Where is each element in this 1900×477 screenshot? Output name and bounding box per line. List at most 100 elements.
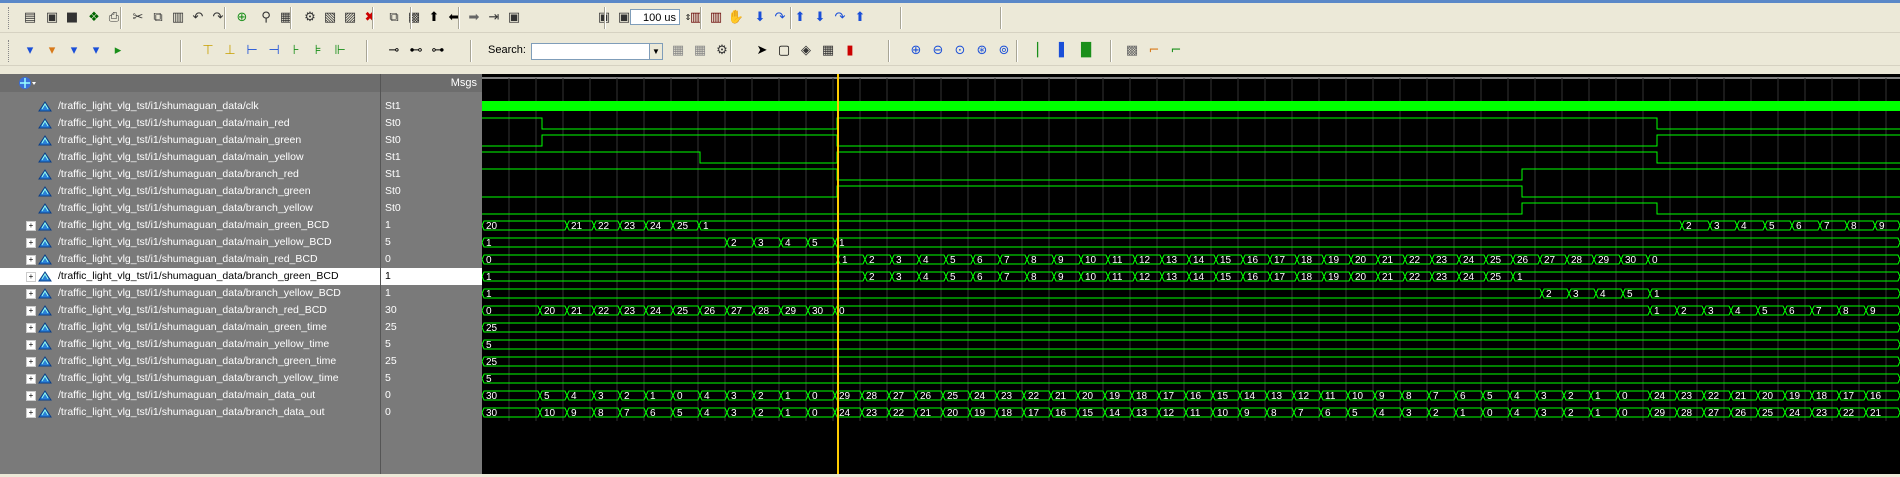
wave-del-icon[interactable]: ▾ (42, 40, 62, 60)
new-icon[interactable]: ▤ (20, 7, 40, 27)
expand-icon[interactable]: + (26, 238, 36, 248)
search-opts-icon[interactable]: ⚙ (712, 40, 732, 60)
edge-any-icon[interactable]: ⊢ (242, 40, 262, 60)
signal-row[interactable]: + /traffic_light_vlg_tst/i1/shumaguan_dat… (0, 336, 380, 353)
signal-row[interactable]: /traffic_light_vlg_tst/i1/shumaguan_data… (0, 183, 380, 200)
run-icon[interactable]: ▣ (504, 7, 524, 27)
expand-icon[interactable]: + (26, 272, 36, 282)
format-icon[interactable]: ▦ (276, 7, 296, 27)
wave-insert-icon[interactable]: ▸ (108, 40, 128, 60)
right-arrow-icon[interactable]: ➡ (464, 7, 484, 27)
signal-row[interactable]: + /traffic_light_vlg_tst/i1/shumaguan_dat… (0, 353, 380, 370)
edge-fall-icon[interactable]: ⊥ (220, 40, 240, 60)
wave-color-icon[interactable]: ▾ (64, 40, 84, 60)
break-icon[interactable]: ▨ (340, 7, 360, 27)
simulate-icon[interactable]: ▧ (320, 7, 340, 27)
waveform-pane[interactable]: 20 21 22 23 24 25 1 2 3 4 5 6 7 8 9 1 2 3 4 5 1 0 1 2 3 4 5 6 7 8 9 10 1… (481, 74, 1900, 474)
expand-icon[interactable]: + (26, 374, 36, 384)
run-length-spinner-icon[interactable]: ⇕ (682, 7, 694, 27)
ruler-1-icon[interactable]: ⌐ (1144, 40, 1164, 60)
toolbar-grip[interactable] (8, 7, 12, 29)
zoom-fit-icon[interactable]: ▦ (818, 40, 838, 60)
copy-icon[interactable]: ⧉ (148, 7, 168, 27)
wave-group-icon[interactable]: ▾ (86, 40, 106, 60)
layout2-icon[interactable]: ▥ (706, 7, 726, 27)
cursor-del-icon[interactable]: ⊷ (406, 40, 426, 60)
search-next-icon[interactable]: ▦ (690, 40, 710, 60)
save-icon[interactable]: ■ (62, 7, 82, 27)
compile-icon[interactable]: ⚙ (300, 7, 320, 27)
wave-format-1-icon[interactable]: ▏ (1032, 40, 1052, 60)
edge-first-icon[interactable]: ⊧ (308, 40, 328, 60)
wave-format-2-icon[interactable]: ▌ (1054, 40, 1074, 60)
signal-row[interactable]: + /traffic_light_vlg_tst/i1/shumaguan_dat… (0, 268, 380, 285)
zoom-in-icon[interactable]: ⊕ (906, 40, 926, 60)
zoom-cursor-icon[interactable]: ⊛ (972, 40, 992, 60)
zoom-full-icon[interactable]: ⊙ (950, 40, 970, 60)
signal-row[interactable]: /traffic_light_vlg_tst/i1/shumaguan_data… (0, 200, 380, 217)
wave-add-icon[interactable]: ▾ (20, 40, 40, 60)
cut-icon[interactable]: ✂ (128, 7, 148, 27)
search-dropdown-icon[interactable]: ▼ (649, 43, 663, 60)
step-over-icon[interactable]: ↷ (770, 7, 790, 27)
run-length-icon[interactable]: ⇥ (484, 7, 504, 27)
step-icon[interactable]: ▩ (404, 7, 424, 27)
signal-row[interactable]: /traffic_light_vlg_tst/i1/shumaguan_data… (0, 149, 380, 166)
waveform-canvas[interactable]: 20 21 22 23 24 25 1 2 3 4 5 6 7 8 91 2 3 4 5 10 1 2 3 4 5 6 7 8 9 10 1… (481, 74, 1900, 474)
expand-icon[interactable]: + (26, 408, 36, 418)
expand-icon[interactable]: + (26, 255, 36, 265)
dot-grid-icon[interactable]: ▩ (1122, 40, 1142, 60)
open-icon[interactable]: ▣ (42, 7, 62, 27)
expand-icon[interactable]: + (26, 289, 36, 299)
zoom-out-icon[interactable]: ⊖ (928, 40, 948, 60)
step-into-2-icon[interactable]: ⬇ (810, 7, 830, 27)
zoom-box-icon[interactable]: ▢ (774, 40, 794, 60)
zoom-mode-icon[interactable]: ◈ (796, 40, 816, 60)
wave-format-3-icon[interactable]: █ (1076, 40, 1096, 60)
expand-icon[interactable]: + (26, 340, 36, 350)
step-out-2-icon[interactable]: ⬆ (850, 7, 870, 27)
expand-icon[interactable]: + (26, 221, 36, 231)
step-into-icon[interactable]: ⬇ (750, 7, 770, 27)
reload-icon[interactable]: ❖ (84, 7, 104, 27)
zoom-range-icon[interactable]: ⊚ (994, 40, 1014, 60)
signal-row[interactable]: /traffic_light_vlg_tst/i1/shumaguan_data… (0, 115, 380, 132)
ruler-2-icon[interactable]: ⌐ (1166, 40, 1186, 60)
time-cursor[interactable] (837, 74, 839, 474)
add-icon[interactable]: ⊕ (232, 7, 252, 27)
signal-row[interactable]: /traffic_light_vlg_tst/i1/shumaguan_data… (0, 166, 380, 183)
signal-row[interactable]: /traffic_light_vlg_tst/i1/shumaguan_data… (0, 132, 380, 149)
expand-icon[interactable]: + (26, 323, 36, 333)
left-arrow-icon[interactable]: ⬅ (444, 7, 464, 27)
paste-icon[interactable]: ▥ (168, 7, 188, 27)
wave-icon[interactable]: ⧉ (384, 7, 404, 27)
signal-row[interactable]: + /traffic_light_vlg_tst/i1/shumaguan_dat… (0, 302, 380, 319)
stop-icon[interactable]: ✖ (360, 7, 380, 27)
expand-icon[interactable]: + (26, 391, 36, 401)
find-icon[interactable]: ⚲ (256, 7, 276, 27)
signal-row[interactable]: + /traffic_light_vlg_tst/i1/shumaguan_dat… (0, 370, 380, 387)
step-out-icon[interactable]: ⬆ (790, 7, 810, 27)
signal-row[interactable]: + /traffic_light_vlg_tst/i1/shumaguan_dat… (0, 404, 380, 421)
edge-last-icon[interactable]: ⊩ (330, 40, 350, 60)
search-input[interactable] (531, 43, 663, 60)
signal-row[interactable]: + /traffic_light_vlg_tst/i1/shumaguan_dat… (0, 319, 380, 336)
undo-icon[interactable]: ↶ (188, 7, 208, 27)
hand-icon[interactable]: ✋ (726, 7, 746, 27)
search-prev-icon[interactable]: ▦ (668, 40, 688, 60)
signal-row[interactable]: + /traffic_light_vlg_tst/i1/shumaguan_dat… (0, 387, 380, 404)
signal-row[interactable]: + /traffic_light_vlg_tst/i1/shumaguan_dat… (0, 234, 380, 251)
select-icon[interactable]: ➤ (752, 40, 772, 60)
edge-prev-icon[interactable]: ⊦ (286, 40, 306, 60)
signal-row[interactable]: /traffic_light_vlg_tst/i1/shumaguan_data… (0, 98, 380, 115)
toolbar-grip[interactable] (8, 40, 12, 62)
signal-row[interactable]: + /traffic_light_vlg_tst/i1/shumaguan_dat… (0, 217, 380, 234)
expand-icon[interactable]: + (26, 357, 36, 367)
up-arrow-icon[interactable]: ⬆ (424, 7, 444, 27)
signal-row[interactable]: + /traffic_light_vlg_tst/i1/shumaguan_dat… (0, 285, 380, 302)
edge-rise-icon[interactable]: ⊤ (198, 40, 218, 60)
cursor-add-icon[interactable]: ⊸ (384, 40, 404, 60)
insert-cursor-icon[interactable]: ▮ (840, 40, 860, 60)
expand-icon[interactable]: + (26, 306, 36, 316)
edge-next-icon[interactable]: ⊣ (264, 40, 284, 60)
